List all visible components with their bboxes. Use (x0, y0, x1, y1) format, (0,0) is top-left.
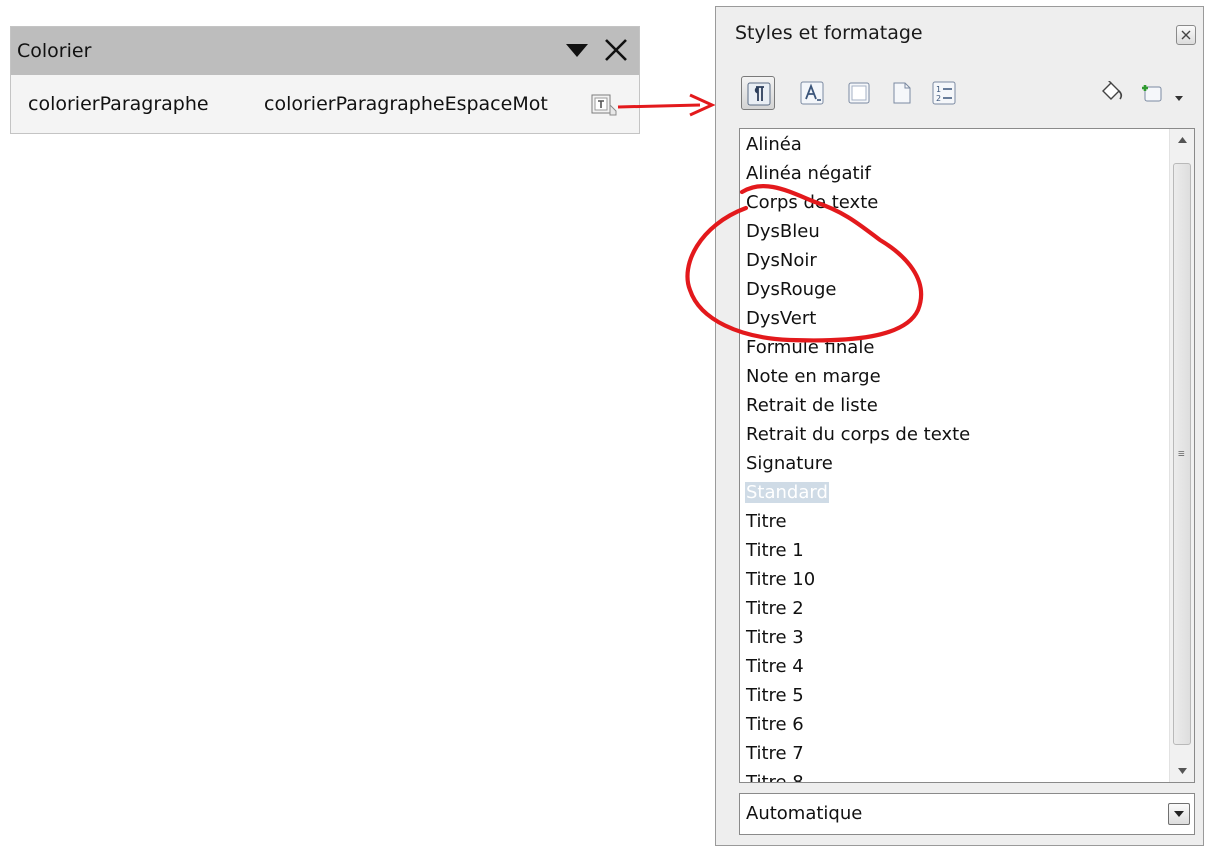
scrollbar-grip-icon: ≡ (1178, 447, 1185, 460)
style-list-item-label: DysVert (746, 308, 817, 329)
close-icon[interactable] (603, 37, 629, 63)
style-list-item-label: DysBleu (746, 221, 820, 242)
style-list-item-label: Titre 7 (746, 743, 804, 764)
svg-text:2: 2 (936, 94, 941, 103)
style-list-item-label: Titre 1 (746, 540, 804, 561)
macro-button-colorier-paragraphe[interactable]: colorierParagraphe (28, 93, 209, 115)
style-filter-select[interactable]: Automatique (739, 793, 1195, 835)
styles-formatting-icon[interactable] (590, 93, 618, 119)
style-list-item-label: Alinéa négatif (746, 163, 871, 184)
style-list-item[interactable]: Titre 7 (745, 739, 1166, 768)
scroll-down-icon[interactable] (1170, 760, 1194, 782)
style-list-item[interactable]: Titre 4 (745, 652, 1166, 681)
panel-title: Styles et formatage (735, 22, 923, 44)
style-list-item[interactable]: Alinéa négatif (745, 159, 1166, 188)
close-icon[interactable] (1176, 25, 1196, 45)
style-list-item-label: Retrait du corps de texte (746, 424, 971, 445)
style-list-item-label: Titre 2 (746, 598, 804, 619)
style-list-item-label: Standard (745, 482, 829, 503)
style-list-item[interactable]: Note en marge (745, 362, 1166, 391)
new-style-icon[interactable] (1134, 76, 1168, 110)
style-list-item[interactable]: Titre (745, 507, 1166, 536)
style-list-item-label: Titre (746, 511, 787, 532)
style-list-item[interactable]: DysNoir (745, 246, 1166, 275)
style-list-item[interactable]: Standard (745, 478, 1166, 507)
toolbar-header: Colorier (11, 27, 639, 75)
chevron-down-icon[interactable] (1174, 88, 1184, 101)
style-list-item-label: Retrait de liste (746, 395, 878, 416)
style-list-item[interactable]: Signature (745, 449, 1166, 478)
scroll-up-icon[interactable] (1170, 129, 1194, 151)
style-list-item-label: DysRouge (746, 279, 837, 300)
style-list-item[interactable]: Formule finale (745, 333, 1166, 362)
style-list-item-label: Titre 8 (746, 772, 804, 783)
style-list-item[interactable]: Alinéa (745, 130, 1166, 159)
style-list-item-label: Titre 10 (746, 569, 816, 590)
style-list-item-label: Formule finale (746, 337, 875, 358)
style-list-item[interactable]: Titre 6 (745, 710, 1166, 739)
macro-button-colorier-paragraphe-espace-mot[interactable]: colorierParagrapheEspaceMot (264, 93, 548, 115)
chevron-down-icon[interactable] (1168, 803, 1190, 825)
toolbar-title: Colorier (17, 40, 92, 62)
style-list-item-label: Titre 4 (746, 656, 804, 677)
svg-text:1: 1 (936, 85, 941, 94)
colorier-toolbar: Colorier colorierParagraphe colorierPara… (10, 26, 640, 134)
paragraph-styles-icon[interactable] (741, 76, 775, 110)
style-list-item[interactable]: Titre 5 (745, 681, 1166, 710)
style-list-item-label: Titre 5 (746, 685, 804, 706)
style-category-toolbar: 1 2 (716, 71, 1203, 115)
triangle-down-icon[interactable] (565, 41, 589, 61)
style-list-item[interactable]: Titre 2 (745, 594, 1166, 623)
style-list-item[interactable]: Retrait de liste (745, 391, 1166, 420)
style-list-item-label: Titre 6 (746, 714, 804, 735)
page-styles-icon[interactable] (885, 76, 919, 110)
scrollbar-thumb[interactable]: ≡ (1173, 163, 1191, 745)
styles-formatting-panel: Styles et formatage 1 2 Alinéa Alinéa né… (715, 6, 1204, 846)
vertical-scrollbar[interactable]: ≡ (1169, 129, 1194, 782)
style-list-item-label: Signature (746, 453, 833, 474)
style-list-item[interactable]: Titre 8 (745, 768, 1166, 783)
styles-list-items: Alinéa Alinéa négatif Corps de texte DysBle… (745, 130, 1166, 783)
style-filter-value: Automatique (746, 803, 863, 824)
style-list-item[interactable]: Corps de texte (745, 188, 1166, 217)
styles-list: Alinéa Alinéa négatif Corps de texte DysBle… (739, 128, 1195, 783)
style-list-item[interactable]: DysBleu (745, 217, 1166, 246)
style-list-item[interactable]: Titre 3 (745, 623, 1166, 652)
frame-styles-icon[interactable] (842, 76, 876, 110)
style-list-item-label: DysNoir (746, 250, 817, 271)
style-list-item[interactable]: Titre 1 (745, 536, 1166, 565)
style-list-item[interactable]: DysRouge (745, 275, 1166, 304)
style-list-item-label: Note en marge (746, 366, 881, 387)
style-list-item[interactable]: DysVert (745, 304, 1166, 333)
paint-bucket-icon[interactable] (1094, 76, 1128, 110)
style-list-item-label: Corps de texte (746, 192, 879, 213)
list-styles-icon[interactable]: 1 2 (927, 76, 961, 110)
style-list-item-label: Titre 3 (746, 627, 804, 648)
style-list-item-label: Alinéa (746, 134, 802, 155)
toolbar-body: colorierParagraphe colorierParagrapheEsp… (11, 75, 639, 133)
style-list-item[interactable]: Titre 10 (745, 565, 1166, 594)
style-list-item[interactable]: Retrait du corps de texte (745, 420, 1166, 449)
character-styles-icon[interactable] (795, 76, 829, 110)
